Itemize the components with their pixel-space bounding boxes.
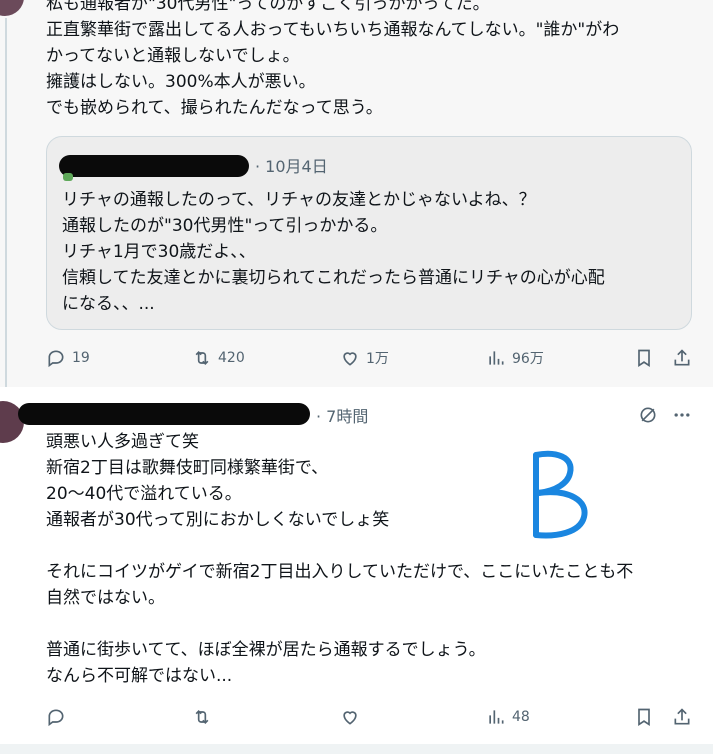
quoted-post[interactable]: · 10月4日 リチャの通報したのって、リチャの友達とかじゃないよね、？ 通報し…	[46, 136, 692, 330]
bookmark-button[interactable]	[634, 348, 654, 368]
post-2-line: それにコイツがゲイで新宿2丁目出入りしていただけで、ここにいたことも不	[46, 562, 634, 582]
post-1: 私も通報者が"30代男性"ってのがすごく引っかかってた。 正直繁華街で露出してる…	[0, 0, 713, 390]
like-button[interactable]: 1万	[340, 348, 389, 368]
views-button[interactable]: 48	[486, 707, 530, 727]
reply-button[interactable]	[46, 707, 66, 727]
quoted-line: リチャの通報したのって、リチャの友達とかじゃないよね、？	[62, 190, 536, 210]
quoted-post-date[interactable]: · 10月4日	[255, 153, 328, 177]
share-button[interactable]	[672, 348, 692, 368]
post-time[interactable]: · 7時間	[316, 403, 368, 427]
like-icon	[343, 711, 357, 725]
bookmark-button[interactable]	[634, 707, 654, 727]
post-1-text: 私も通報者が"30代男性"ってのがすごく引っかかってた。 正直繁華街で露出してる…	[46, 0, 619, 121]
handwritten-b-annotation	[533, 450, 588, 539]
reply-icon	[48, 709, 64, 727]
post-2-line: なんら不可解ではない...	[46, 666, 233, 686]
post-1-actions: 19 420 1万 96万	[46, 348, 696, 370]
post-1-line: 私も通報者が"30代男性"ってのがすごく引っかかってた。	[46, 0, 490, 14]
post-2: · 7時間 頭悪い人多過ぎて笑 新宿2丁目は歌舞伎町同様繁華街で、 20〜40代…	[0, 387, 713, 754]
like-button[interactable]	[340, 707, 360, 727]
quoted-avatar	[63, 173, 73, 181]
bookmark-icon	[638, 708, 650, 727]
like-icon	[343, 352, 357, 366]
avatar[interactable]	[0, 0, 24, 16]
like-count: 1万	[366, 351, 389, 367]
divider	[0, 744, 713, 754]
repost-button[interactable]	[192, 707, 212, 727]
share-button[interactable]	[672, 707, 692, 727]
quoted-line: 通報したのが"30代男性"って引っかかる。	[62, 216, 388, 236]
post-1-line: 擁護はしない。300%本人が悪い。	[46, 72, 316, 92]
reply-count: 19	[72, 350, 90, 366]
post-1-line: でも嵌められて、撮られたんだなって思う。	[46, 98, 383, 118]
quoted-line: 信頼してた友達とかに裏切られてこれだったら普通にリチャの心が心配	[62, 268, 605, 288]
views-count: 48	[512, 709, 530, 725]
quoted-line: になる、、...	[62, 294, 155, 314]
quoted-post-text: リチャの通報したのって、リチャの友達とかじゃないよね、？ 通報したのが"30代男…	[62, 187, 605, 317]
post-2-actions: 48	[46, 707, 696, 729]
reply-button[interactable]: 19	[46, 348, 90, 368]
share-icon	[674, 349, 690, 366]
redacted-username	[18, 403, 310, 425]
post-1-line: 正直繁華街で露出してる人おってもいちいち通報なんてしない。"誰か"がわ	[46, 20, 620, 40]
views-button[interactable]: 96万	[486, 348, 544, 368]
views-count: 96万	[512, 351, 544, 367]
redacted-username	[59, 155, 249, 177]
share-icon	[674, 708, 690, 725]
post-2-line: 自然ではない。	[46, 588, 165, 608]
post-1-line: かってないと通報しないでしょ。	[46, 46, 300, 66]
repost-count: 420	[218, 350, 245, 366]
repost-icon	[195, 709, 209, 725]
more-icon[interactable]	[672, 405, 692, 425]
grok-icon[interactable]	[638, 405, 658, 425]
post-2-line: 普通に街歩いてて、ほぼ全裸が居たら通報するでしょう。	[46, 640, 486, 660]
repost-icon	[195, 350, 209, 366]
repost-button[interactable]: 420	[192, 348, 245, 368]
bookmark-icon	[638, 349, 650, 368]
quoted-line: リチャ1月で30歳だよ、、	[62, 242, 256, 262]
reply-icon	[48, 350, 64, 368]
views-icon	[489, 710, 504, 724]
views-icon	[489, 351, 504, 365]
thread-line	[5, 18, 7, 390]
post-2-blank-line	[46, 611, 633, 637]
